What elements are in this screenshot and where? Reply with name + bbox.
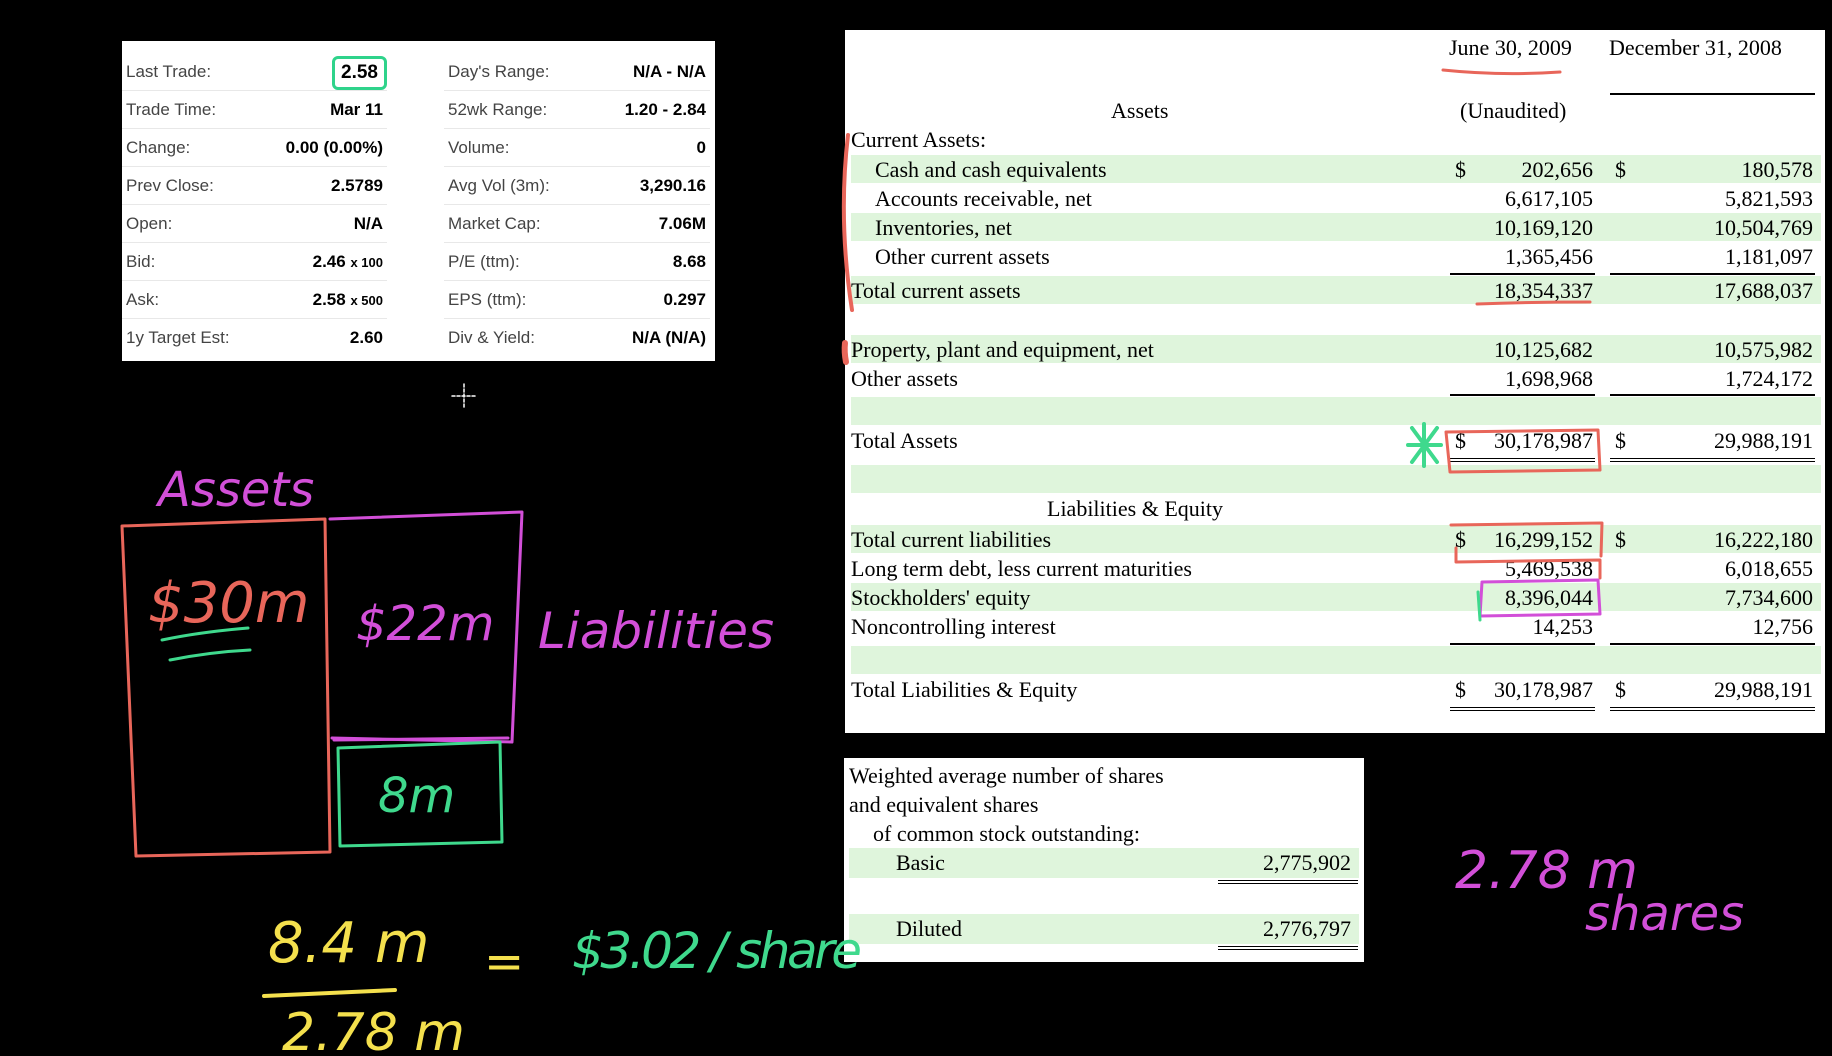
numerator: 8.4 m [268, 911, 429, 976]
underline-june-header [1441, 68, 1562, 76]
assets-box [120, 517, 332, 858]
box-total-assets [1444, 428, 1602, 474]
bracket-current-assets [841, 133, 854, 312]
underline-total-current-assets [1475, 300, 1592, 306]
underline-30m-b [168, 648, 252, 662]
crosshair-icon [451, 383, 477, 409]
handwritten-annotations: Assets $30m $22m Liabilities 8m 8.4 m 2.… [120, 68, 1744, 1056]
assets-label: Assets [155, 462, 314, 518]
equity-top-line [332, 736, 510, 742]
equity-check [1476, 590, 1482, 622]
box-current-liabilities [1449, 521, 1604, 558]
star-total-assets [1406, 422, 1443, 468]
mark-ppe [841, 340, 849, 365]
box-equity [1478, 578, 1602, 618]
box-long-term-debt [1454, 546, 1602, 580]
liabilities-value: $22m [356, 596, 494, 652]
fraction-bar [262, 988, 397, 998]
liabilities-label: Liabilities [538, 602, 774, 660]
equity-value: 8m [378, 768, 455, 824]
shares-note-line2: shares [1585, 886, 1744, 942]
equals-sign: = [484, 934, 524, 990]
assets-value: $30m [148, 571, 309, 636]
result-value: $3.02 / share [572, 922, 862, 980]
denominator: 2.78 m [282, 1003, 465, 1056]
